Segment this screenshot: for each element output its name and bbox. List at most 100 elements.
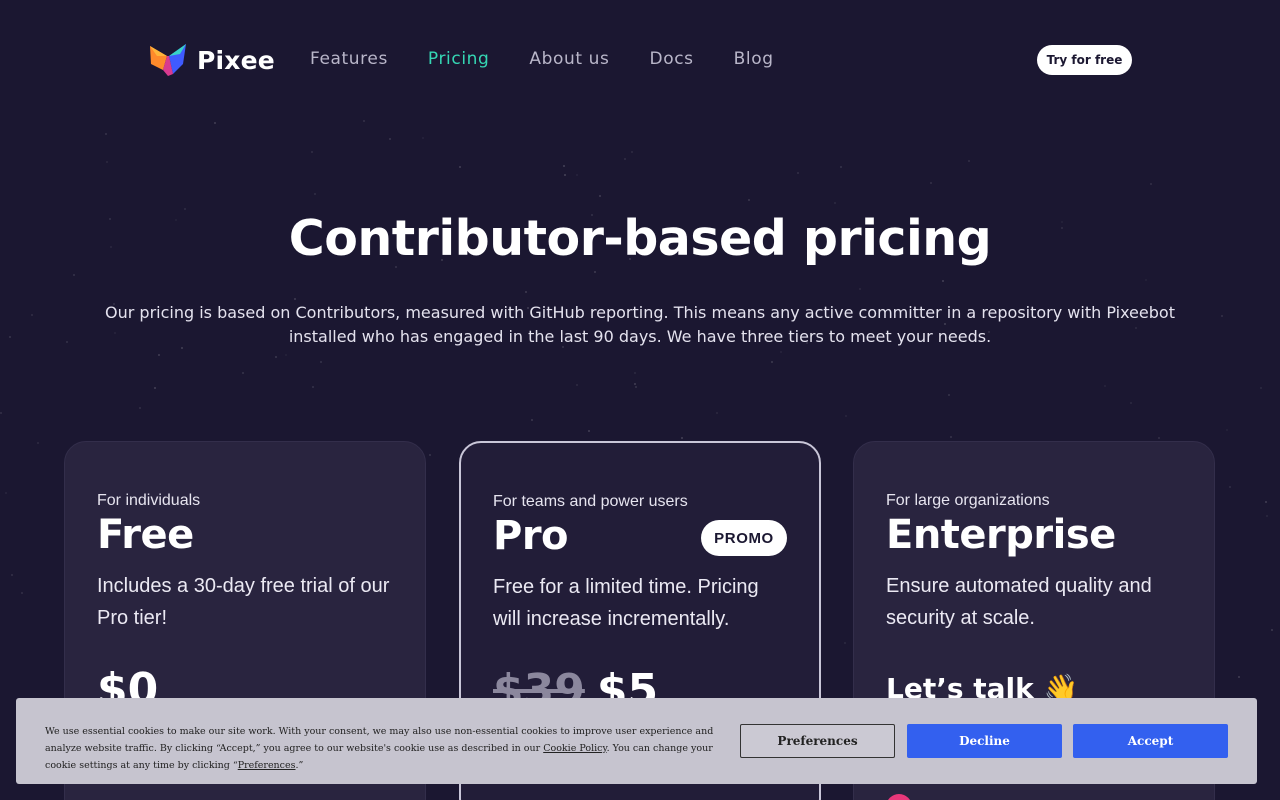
star-dot — [599, 195, 602, 198]
star-dot — [311, 150, 314, 153]
star-dot — [1157, 436, 1160, 439]
star-dot — [285, 354, 288, 357]
star-dot — [1265, 515, 1268, 518]
star-dot — [525, 290, 528, 293]
star-dot — [422, 136, 425, 139]
brand-logo[interactable]: Pixee — [147, 42, 275, 78]
try-for-free-button[interactable]: Try for free — [1037, 45, 1132, 75]
star-dot — [716, 412, 719, 415]
star-dot — [1271, 629, 1274, 631]
star-dot — [294, 297, 297, 300]
star-dot — [274, 356, 277, 359]
star-dot — [967, 160, 970, 162]
page-subtitle: Our pricing is based on Contributors, me… — [105, 303, 1175, 346]
nav-pricing[interactable]: Pricing — [428, 49, 490, 69]
star-dot — [459, 166, 462, 169]
star-dot — [947, 393, 950, 396]
star-dot — [158, 354, 161, 357]
star-dot — [362, 120, 365, 122]
preferences-button[interactable]: Preferences — [740, 724, 895, 758]
star-dot — [37, 442, 39, 445]
star-dot — [1150, 182, 1153, 185]
star-dot — [1129, 402, 1132, 405]
star-dot — [1259, 387, 1262, 390]
star-dot — [624, 158, 627, 161]
site-header: Pixee Features Pricing About us Docs Blo… — [0, 0, 1280, 120]
plan-tag: For teams and power users — [493, 493, 688, 510]
star-dot — [1104, 384, 1107, 387]
star-dot — [531, 418, 534, 421]
star-dot — [72, 274, 75, 277]
star-dot — [587, 429, 590, 432]
star-dot — [154, 386, 157, 389]
star-dot — [10, 573, 13, 576]
star-dot — [104, 132, 107, 135]
accept-button[interactable]: Accept — [1073, 724, 1228, 758]
star-dot — [844, 414, 847, 417]
star-dot — [1145, 278, 1148, 281]
star-dot — [635, 385, 638, 388]
star-dot — [30, 314, 33, 317]
avatar-dot — [886, 794, 912, 800]
plan-description: Free for a limited time. Pricing will in… — [493, 576, 759, 630]
star-dot — [1220, 314, 1223, 317]
nav-docs[interactable]: Docs — [650, 49, 694, 69]
star-dot — [858, 288, 861, 291]
brand-name: Pixee — [197, 45, 275, 75]
plan-name: Enterprise — [886, 512, 1116, 558]
star-dot — [562, 165, 565, 168]
star-dot — [797, 171, 800, 174]
plan-tag: For large organizations — [886, 492, 1050, 509]
cookie-message: We use essential cookies to make our sit… — [45, 723, 725, 774]
star-dot — [388, 137, 391, 140]
star-dot — [942, 280, 945, 283]
star-dot — [139, 406, 142, 409]
star-dot — [0, 412, 3, 415]
star-dot — [8, 335, 11, 338]
star-dot — [1229, 485, 1231, 488]
star-dot — [66, 341, 69, 344]
star-dot — [930, 181, 933, 184]
preferences-link[interactable]: Preferences — [238, 760, 296, 771]
nav-blog[interactable]: Blog — [734, 49, 774, 69]
cookie-policy-link[interactable]: Cookie Policy — [543, 743, 606, 754]
page-title: Contributor-based pricing — [288, 210, 992, 267]
star-dot — [1237, 676, 1240, 679]
star-dot — [576, 383, 579, 386]
star-dot — [4, 491, 7, 494]
star-dot — [631, 151, 634, 154]
star-dot — [1265, 501, 1268, 504]
star-dot — [748, 199, 751, 202]
star-dot — [105, 161, 108, 164]
star-dot — [320, 361, 323, 364]
cookie-banner: We use essential cookies to make our sit… — [16, 698, 1257, 784]
star-dot — [1226, 428, 1229, 431]
promo-badge: PROMO — [701, 520, 787, 556]
star-dot — [949, 436, 952, 439]
star-dot — [680, 436, 683, 439]
plan-tag: For individuals — [97, 492, 201, 509]
plan-name: Free — [97, 512, 194, 558]
star-dot — [779, 350, 782, 353]
star-dot — [770, 361, 773, 364]
nav-about-us[interactable]: About us — [529, 49, 609, 69]
cookie-text-part: .” — [295, 760, 304, 771]
star-dot — [843, 641, 846, 644]
star-dot — [594, 270, 597, 273]
star-dot — [428, 453, 431, 456]
star-dot — [834, 201, 837, 204]
star-dot — [21, 591, 24, 594]
star-dot — [575, 174, 578, 177]
star-dot — [563, 173, 566, 176]
star-dot — [313, 193, 316, 196]
decline-button[interactable]: Decline — [907, 724, 1062, 758]
plan-description: Includes a 30-day free trial of our Pro … — [97, 575, 390, 629]
star-dot — [311, 385, 314, 388]
plan-description: Ensure automated quality and security at… — [886, 575, 1152, 629]
butterfly-logo-icon — [150, 44, 186, 76]
star-dot — [840, 165, 843, 168]
star-dot — [633, 383, 636, 386]
main-nav: Features Pricing About us Docs Blog — [310, 49, 814, 69]
star-dot — [241, 371, 244, 374]
nav-features[interactable]: Features — [310, 49, 388, 69]
